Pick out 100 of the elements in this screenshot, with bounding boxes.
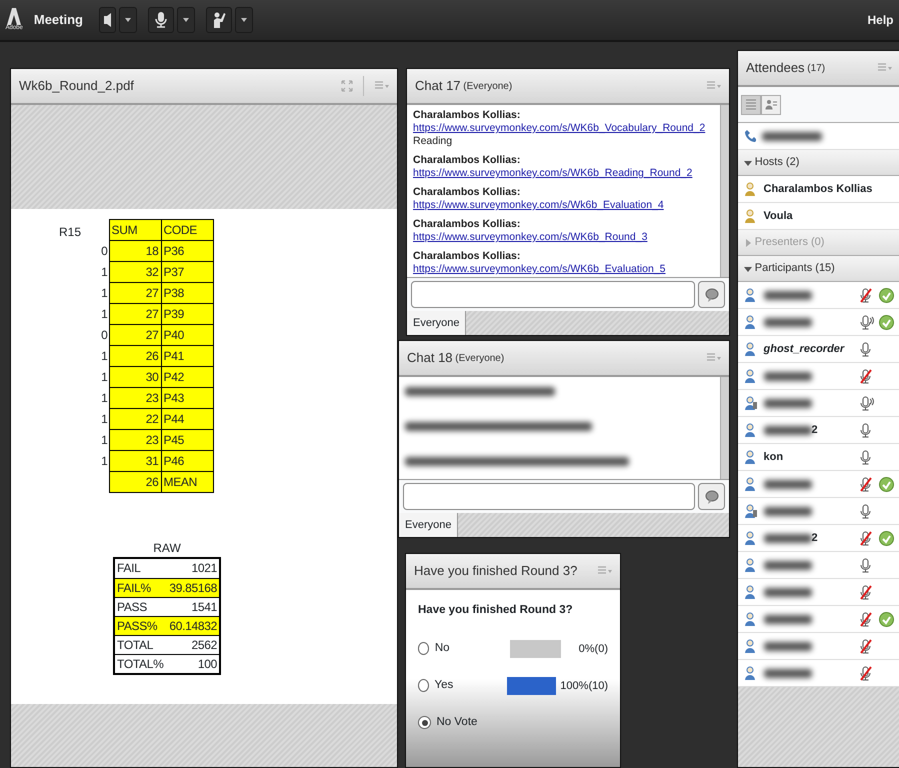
person-icon [744, 639, 758, 653]
microphone-icon [858, 504, 874, 518]
table-title: RAW [152, 540, 182, 557]
microphone-button[interactable] [148, 7, 174, 33]
section-header[interactable]: Participants (15) [738, 256, 899, 282]
message-link[interactable]: https://www.surveymonkey.com/s/WK6b_Reading_Round_2 [413, 167, 692, 179]
blurred-name [764, 614, 812, 624]
table-cell: FAIL% [115, 578, 166, 597]
result-percent: 100% [559, 678, 588, 694]
pod-title: Have you finished Round 3? [414, 562, 578, 580]
person-icon [744, 369, 758, 383]
option-label: No Vote [436, 715, 478, 730]
muted-microphone-icon [858, 530, 874, 546]
table-cell: 27 [109, 282, 161, 304]
message-input[interactable] [403, 483, 696, 510]
table-cell: 23 [109, 430, 161, 450]
muted-microphone-icon [858, 584, 874, 600]
person-icon [744, 531, 758, 545]
blurred-name [764, 426, 812, 434]
table-cell: 30 [109, 366, 161, 388]
table-cell: P45 [161, 430, 213, 450]
list-view-button[interactable] [740, 94, 761, 114]
attendee-name: 2 [812, 422, 818, 438]
table-cell: 0 [101, 328, 108, 342]
person-icon [744, 288, 758, 302]
message-link[interactable]: https://www.surveymonkey.com/s/WK6b_Evaluation_5 [413, 263, 666, 275]
table-cell: P36 [161, 240, 213, 262]
table-cell: 1 [101, 454, 108, 468]
attendee-name: Charalambos Kollias [764, 182, 872, 197]
person-icon [744, 182, 758, 196]
chat-message: Charalambos Kollias: https://www.surveymonkey.com/s/WK6b_Vocabulary_Round_2 Reading [413, 109, 706, 148]
card-view-button[interactable] [760, 94, 781, 114]
collapsed-arrow-icon [744, 238, 752, 246]
microphone-icon [858, 450, 874, 464]
dropdown-button[interactable] [119, 7, 138, 33]
speech-bubble-icon [704, 288, 718, 302]
scrollbar[interactable] [720, 105, 729, 277]
agree-check-icon [879, 612, 894, 626]
speaker-button[interactable] [99, 7, 116, 33]
table-cell: 2562 [166, 635, 219, 654]
recipient-tab[interactable]: Everyone [407, 311, 466, 335]
agree-check-icon [879, 530, 894, 546]
message-link[interactable]: https://www.surveymonkey.com/s/Wk6b_Evaluation_4 [413, 199, 664, 211]
sheet-label: R15 [59, 224, 82, 241]
attendee-name: Voula [764, 208, 793, 224]
message-link[interactable]: https://www.surveymonkey.com/s/WK6b_Round_3 [413, 231, 648, 243]
table-cell: MEAN [161, 472, 213, 492]
pod-title: Chat 18 [407, 349, 453, 368]
message-link[interactable]: https://www.surveymonkey.com/s/WK6b_Vocabulary_Round_2 [413, 122, 706, 134]
speaking-microphone-icon [858, 396, 874, 410]
table-cell: 1 [101, 412, 108, 426]
table-cell: P40 [161, 324, 213, 346]
radio-button[interactable] [418, 642, 430, 656]
person-icon [744, 342, 758, 356]
agree-check-icon [879, 314, 894, 330]
table-cell: 100 [166, 654, 219, 673]
caret-icon [124, 16, 132, 24]
blurred-name [764, 588, 812, 596]
chat-message: Charalambos Kollias: https://www.surveymonkey.com/s/WK6b_Reading_Round_2 [413, 154, 694, 180]
microphone-icon [153, 11, 170, 29]
column-header: CODE [161, 220, 213, 240]
audience-label: (Everyone) [455, 352, 504, 366]
audience-label: (Everyone) [463, 80, 512, 94]
agree-check-icon [879, 288, 894, 302]
radio-button[interactable] [418, 716, 431, 730]
result-count: (10) [588, 678, 608, 694]
phone-icon [744, 129, 756, 143]
table-cell: 1 [101, 307, 108, 321]
table-cell: P38 [161, 282, 213, 304]
section-header[interactable]: Hosts (2) [738, 150, 899, 176]
speech-bubble-icon [704, 490, 718, 504]
person-icon [744, 585, 758, 599]
scrollbar[interactable] [720, 377, 729, 479]
status-button[interactable] [206, 7, 232, 33]
person-icon [744, 558, 758, 572]
caret-icon [240, 16, 248, 24]
send-button[interactable] [698, 483, 725, 510]
muted-microphone-icon [858, 638, 874, 654]
speaking-microphone-icon [858, 314, 874, 330]
person-phone-icon [744, 504, 758, 518]
message-input[interactable] [411, 281, 696, 308]
dropdown-button[interactable] [176, 7, 195, 33]
table-cell: TOTAL [115, 635, 166, 654]
person-icon [744, 209, 758, 223]
list-icon [744, 98, 757, 110]
dropdown-button[interactable] [234, 7, 253, 33]
send-button[interactable] [698, 281, 725, 308]
help-menu[interactable]: Help [867, 11, 894, 29]
radio-button[interactable] [418, 679, 429, 692]
table-cell: 1 [101, 370, 108, 384]
person-icon [744, 315, 758, 329]
meeting-menu[interactable]: Meeting [34, 10, 83, 30]
blurred-name [764, 642, 812, 650]
table-cell: 1 [101, 265, 108, 279]
card-icon [764, 98, 777, 110]
option-label: No [434, 641, 451, 656]
table-cell: PASS [115, 597, 166, 616]
table-cell: 39.85168 [166, 578, 219, 597]
table-cell: 1541 [166, 597, 219, 616]
recipient-tab[interactable]: Everyone [399, 513, 458, 537]
